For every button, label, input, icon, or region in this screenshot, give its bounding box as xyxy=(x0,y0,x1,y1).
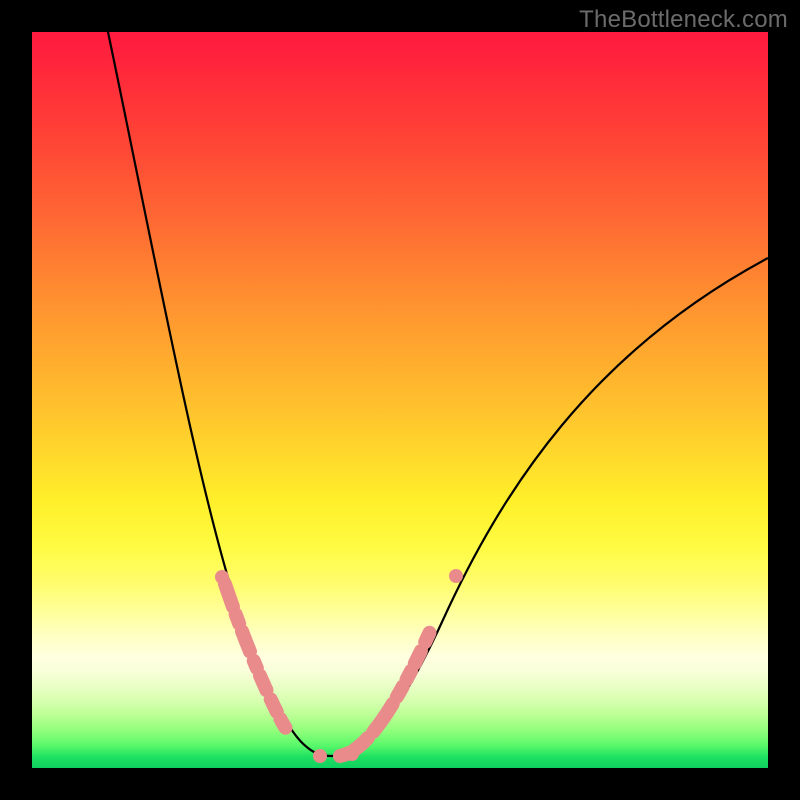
overlay-dot xyxy=(449,569,463,583)
bottleneck-curve xyxy=(108,32,768,756)
chart-stage: TheBottleneck.com xyxy=(0,0,800,800)
curve-layer xyxy=(32,32,768,768)
overlay-dot xyxy=(345,747,359,761)
dot-overlay-right xyxy=(340,584,452,756)
overlay-dot xyxy=(215,570,229,584)
dot-overlay-left xyxy=(225,584,324,756)
overlay-dot xyxy=(313,749,327,763)
watermark-text: TheBottleneck.com xyxy=(579,6,788,34)
plot-area xyxy=(32,32,768,768)
